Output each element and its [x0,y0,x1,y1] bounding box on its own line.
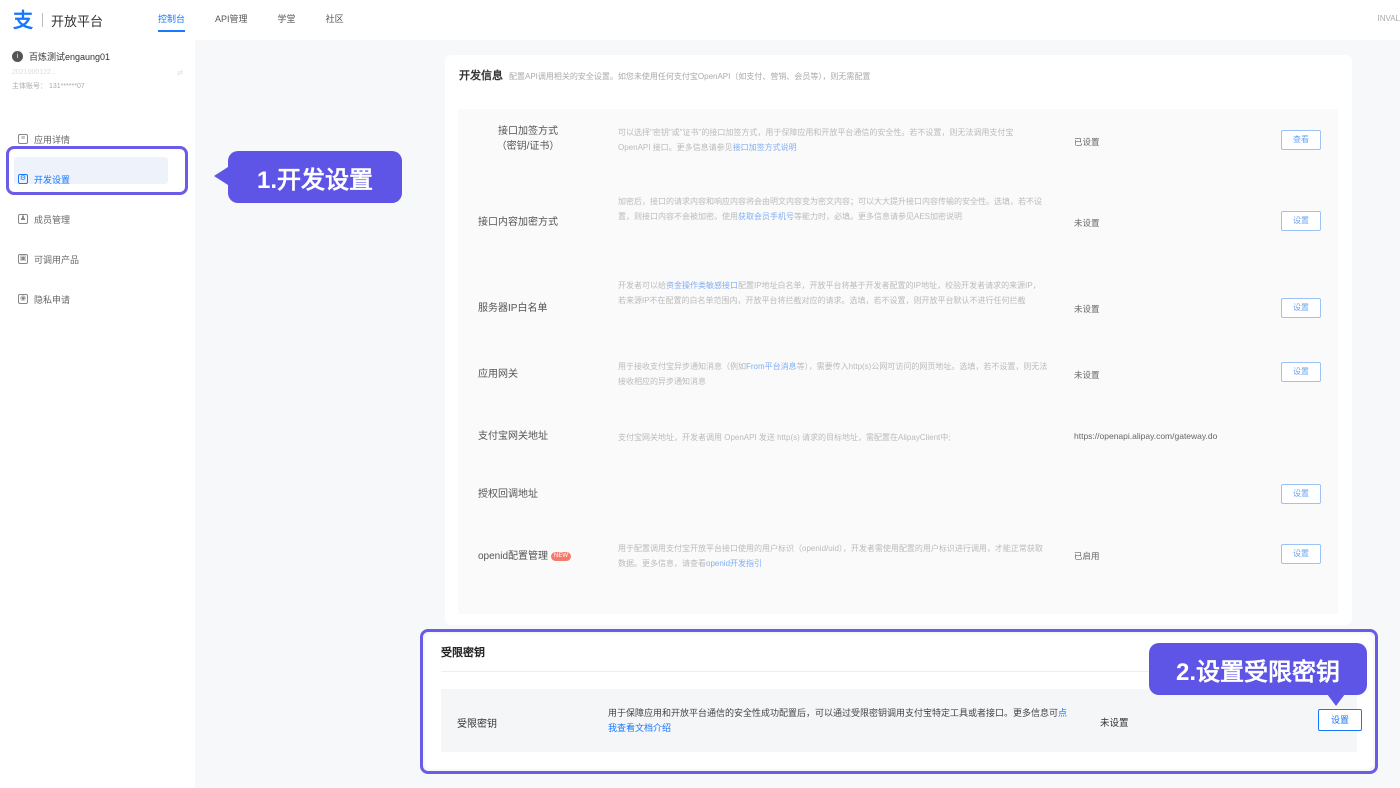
row-auth-callback: 授权回调地址 设置 [458,467,1338,525]
row-label: 接口加签方式 （密钥/证书） [478,124,578,154]
alipay-logo-icon: 支 [13,8,33,32]
nav-tabs: 控制台 API管理 学堂 社区 [143,0,359,40]
top-nav: 支 开放平台 控制台 API管理 学堂 社区 INVAL [0,0,1400,40]
user-name-row: i 百炼测试engaung01 [12,50,183,63]
row-alipay-gateway: 支付宝网关地址 支付宝网关地址，开发者调用 OpenAPI 发送 http(s)… [458,409,1338,467]
row-desc: 用于接收支付宝异步通知消息（例如From平台消息等），需要传入http(s)公网… [618,359,1048,389]
dev-info-panel: 开发信息 配置API调用相关的安全设置。如您未使用任何支付宝OpenAPI（如支… [445,55,1352,625]
privacy-icon: ◉ [18,294,28,304]
dev-info-header: 开发信息 配置API调用相关的安全设置。如您未使用任何支付宝OpenAPI（如支… [445,55,1352,95]
desc-text: 用于配置调用支付宝开放平台接口使用的用户标识（openid/uid），开发者需使… [618,544,1043,568]
doc-link[interactable]: openid开发指引 [706,559,762,568]
row-desc: 加密后，接口的请求内容和响应内容将会由明文内容变为密文内容；可以大大提升接口内容… [618,194,1048,224]
brand-logo[interactable]: 支 开放平台 [12,9,103,31]
desc-text: 可以选择"密钥"或"证书"的接口加签方式，用于保障应用和开放平台通信的安全性。若… [618,128,1014,152]
row-label: openid配置管理 NEW [478,549,572,564]
row-label: 应用网关 [478,369,518,380]
gateway-url: https://openapi.alipay.com/gateway.do [1074,431,1218,441]
set-button[interactable]: 设置 [1281,211,1321,231]
row-desc: 用于配置调用支付宝开放平台接口使用的用户标识（openid/uid），开发者需使… [618,541,1048,571]
desc-text: 支付宝网关地址，开发者调用 OpenAPI 发送 http(s) 请求的目标地址… [618,433,951,442]
app-id-row: 2021000122... ⇄ [12,69,183,77]
row-label: 服务器IP白名单 [478,303,548,314]
row-openid-config: openid配置管理 NEW 用于配置调用支付宝开放平台接口使用的用户标识（ope… [458,525,1338,595]
tab-academy[interactable]: 学堂 [263,0,311,40]
desc-text: 开发者可以给 [618,281,666,290]
row-desc: 开发者可以给资金操作类敏感接口配置IP地址白名单，开放平台将基于开发者配置的IP… [618,278,1048,308]
account-label: 主体账号： [12,83,47,90]
app-id-blurred: 2021000122... [12,69,57,76]
sidebar-item-dev-settings[interactable]: ⚙ 开发设置 [0,159,195,199]
sidebar-item-label: 隐私申请 [34,294,71,305]
sidebar-item-privacy[interactable]: ◉ 隐私申请 [0,279,195,319]
tab-api-management[interactable]: API管理 [200,0,263,40]
row-desc: 可以选择"密钥"或"证书"的接口加签方式，用于保障应用和开放平台通信的安全性。若… [618,125,1048,155]
sidebar-item-products[interactable]: ▣ 可调用产品 [0,239,195,279]
member-icon: ♟ [18,214,28,224]
doc-link[interactable]: From平台消息 [746,362,797,371]
doc-link[interactable]: 资金操作类敏感接口 [666,281,738,290]
row-status: 已设置 [1074,137,1100,147]
row-status: 未设置 [1074,370,1100,380]
dev-info-rows: 接口加签方式 （密钥/证书） 可以选择"密钥"或"证书"的接口加签方式，用于保障… [458,109,1338,614]
sidebar-item-label: 成员管理 [34,214,71,225]
label-line: 接口加签方式 [498,126,558,137]
set-button[interactable]: 设置 [1281,484,1321,504]
dev-info-title: 开发信息 [459,70,503,82]
row-ip-whitelist: 服务器IP白名单 开发者可以给资金操作类敏感接口配置IP地址白名单，开放平台将基… [458,264,1338,344]
callout-step2: 2.设置受限密钥 [1149,643,1367,695]
callout-arrow [214,167,228,185]
row-app-gateway: 应用网关 用于接收支付宝异步通知消息（例如From平台消息等），需要传入http… [458,344,1338,409]
doc-link[interactable]: 接口加签方式说明 [733,143,797,152]
account-value: 131******07 [48,83,85,90]
set-button[interactable]: 设置 [1281,544,1321,564]
tab-console[interactable]: 控制台 [143,0,200,40]
header-right-text: INVAL [1377,14,1400,23]
user-block: i 百炼测试engaung01 2021000122... ⇄ 主体账号： 13… [0,40,195,101]
dev-settings-icon: ⚙ [18,174,28,184]
user-name: 百炼测试engaung01 [29,52,111,62]
set-button[interactable]: 设置 [1281,298,1321,318]
logo-divider [42,13,43,27]
brand-name: 开放平台 [51,13,104,29]
row-desc: 支付宝网关地址，开发者调用 OpenAPI 发送 http(s) 请求的目标地址… [618,430,1058,445]
set-button[interactable]: 设置 [1281,362,1321,382]
callout-step1: 1.开发设置 [228,151,402,203]
account-row: 主体账号： 131******07 [12,81,183,91]
row-status: 已启用 [1074,551,1100,561]
app-detail-icon: ≡ [18,134,28,144]
doc-link[interactable]: 获取会员手机号 [738,212,794,221]
sidebar-item-label: 可调用产品 [34,254,80,265]
desc-text: 等能力时，必填。更多信息请参见AES加密说明 [794,212,963,221]
callout-arrow [1327,694,1345,706]
sidebar-item-label: 开发设置 [34,174,71,185]
row-content-encryption: 接口内容加密方式 加密后，接口的请求内容和响应内容将会由明文内容变为密文内容；可… [458,179,1338,264]
row-sign-method: 接口加签方式 （密钥/证书） 可以选择"密钥"或"证书"的接口加签方式，用于保障… [458,109,1338,179]
desc-text: 用于接收支付宝异步通知消息（例如 [618,362,746,371]
tab-community[interactable]: 社区 [311,0,359,40]
row-status: 未设置 [1074,304,1100,314]
row-status: 未设置 [1074,218,1100,228]
copy-icon[interactable]: ⇄ [177,69,183,77]
row-label: 授权回调地址 [478,489,538,500]
sidebar-item-label: 应用详情 [34,134,71,145]
row-label: 支付宝网关地址 [478,431,548,442]
label-text: openid配置管理 [478,551,549,562]
user-info-icon: i [12,51,23,62]
label-line: （密钥/证书） [496,141,560,152]
new-badge: NEW [551,551,572,561]
sidebar-item-members[interactable]: ♟ 成员管理 [0,199,195,239]
row-label: 接口内容加密方式 [478,217,558,228]
view-button[interactable]: 查看 [1281,130,1321,150]
product-icon: ▣ [18,254,28,264]
dev-info-desc: 配置API调用相关的安全设置。如您未使用任何支付宝OpenAPI（如支付、营销、… [509,72,871,81]
